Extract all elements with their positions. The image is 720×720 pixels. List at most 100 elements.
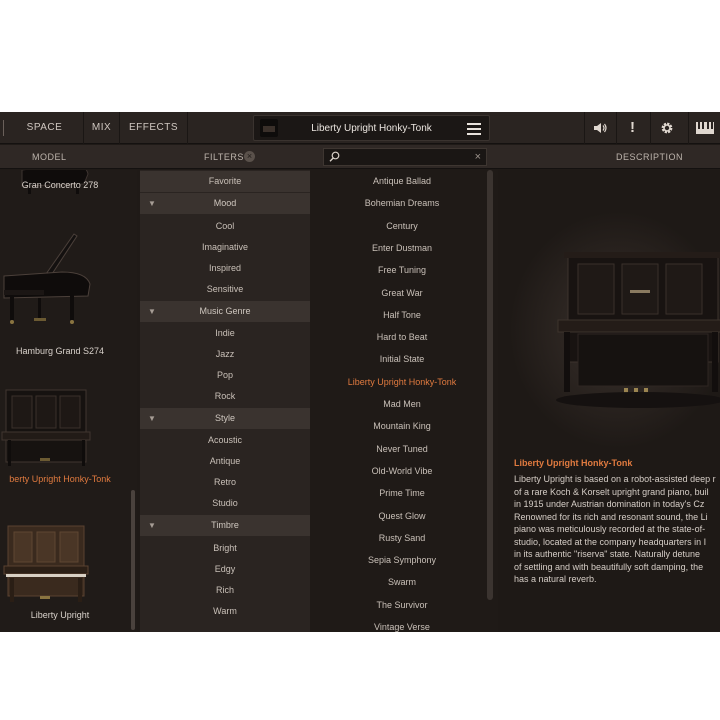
filter-item-sensitive[interactable]: Sensitive xyxy=(140,279,310,300)
filters-panel: Favorite ▼ Mood Cool Imaginative Inspire… xyxy=(140,170,310,632)
description-line: Renowned for its rich and resonant sound… xyxy=(514,511,708,522)
filter-item-studio[interactable]: Studio xyxy=(140,493,310,514)
search-input[interactable] xyxy=(344,150,464,164)
preset-list-item[interactable]: Swarm xyxy=(316,571,488,593)
description-line: studio, located at the company headquart… xyxy=(514,536,707,547)
grand-piano-image xyxy=(3,233,91,324)
preset-list-item[interactable]: Century xyxy=(316,215,488,237)
tab-space[interactable]: SPACE xyxy=(6,112,84,144)
upright-piano-image xyxy=(1,389,91,466)
piano-app-window: SPACE MIX EFFECTS Liberty Upright Honky-… xyxy=(0,112,720,632)
preset-selector[interactable]: Liberty Upright Honky-Tonk xyxy=(253,115,490,141)
preset-list-item[interactable]: Old-World Vibe xyxy=(316,460,488,482)
filters-header: FILTERS xyxy=(204,152,244,162)
preset-list-item[interactable]: Liberty Upright Honky-Tonk xyxy=(316,371,488,393)
preset-list-item[interactable]: Mad Men xyxy=(316,393,488,415)
preset-list-item[interactable]: Rusty Sand xyxy=(316,527,488,549)
preset-list-item[interactable]: Vintage Verse xyxy=(316,616,488,632)
filter-group-mood[interactable]: ▼ Mood xyxy=(140,193,310,214)
description-line: has a natural reverb. xyxy=(514,574,597,584)
collapse-triangle-icon: ▼ xyxy=(148,199,156,208)
hamburger-menu-icon[interactable] xyxy=(467,123,481,135)
upright-piano-photo xyxy=(556,252,720,408)
model-label: berty Upright Honky-Tonk xyxy=(9,474,111,484)
description-line: Liberty Upright is based on a robot-assi… xyxy=(514,474,716,484)
description-line: of settling and with beautifully soft da… xyxy=(514,561,704,572)
filter-group-label: Music Genre xyxy=(199,306,251,316)
preset-list-item[interactable]: Initial State xyxy=(316,348,488,370)
model-item-gran-concerto[interactable]: Gran Concerto 278 xyxy=(0,170,137,234)
preset-scrollbar[interactable] xyxy=(487,170,493,600)
collapse-triangle-icon: ▼ xyxy=(148,521,156,530)
upright-piano-image xyxy=(3,525,89,602)
model-item-liberty-honky-tonk[interactable]: berty Upright Honky-Tonk xyxy=(0,388,137,522)
description-line: piano was meticulously recorded at the s… xyxy=(514,524,706,534)
preset-list-item[interactable]: Antique Ballad xyxy=(316,170,488,192)
preset-list-item[interactable]: Quest Glow xyxy=(316,505,488,527)
keyboard-icon[interactable] xyxy=(688,112,720,144)
filter-item-bright[interactable]: Bright xyxy=(140,538,310,559)
filter-item-rich[interactable]: Rich xyxy=(140,580,310,601)
description-panel: Liberty Upright Honky-Tonk Liberty Uprig… xyxy=(498,170,720,632)
filter-item-indie[interactable]: Indie xyxy=(140,323,310,344)
description-title: Liberty Upright Honky-Tonk xyxy=(514,458,633,468)
search-icon xyxy=(329,151,340,162)
clear-filters-icon[interactable]: × xyxy=(244,151,255,162)
model-item-hamburg-grand[interactable]: Hamburg Grand S274 xyxy=(0,230,137,364)
preset-search-box[interactable]: × xyxy=(323,148,487,166)
model-label: Liberty Upright xyxy=(30,610,90,620)
current-preset-name: Liberty Upright Honky-Tonk xyxy=(311,123,432,134)
filter-item-warm[interactable]: Warm xyxy=(140,601,310,622)
preset-list-item[interactable]: Hard to Beat xyxy=(316,326,488,348)
filter-group-label: Mood xyxy=(213,198,237,208)
collapse-triangle-icon: ▼ xyxy=(148,307,156,316)
tab-mix[interactable]: MIX xyxy=(84,112,120,144)
filter-item-inspired[interactable]: Inspired xyxy=(140,258,310,279)
filter-group-style[interactable]: ▼ Style xyxy=(140,408,310,429)
gear-icon[interactable] xyxy=(650,112,682,144)
alert-icon[interactable]: ! xyxy=(616,112,648,144)
preset-list-item[interactable]: Enter Dustman xyxy=(316,237,488,259)
filter-group-label: Style xyxy=(214,413,235,423)
preset-list-item[interactable]: Mountain King xyxy=(316,415,488,437)
preset-list-item[interactable]: Free Tuning xyxy=(316,259,488,281)
model-item-liberty-upright[interactable]: Liberty Upright xyxy=(0,524,137,632)
model-scrollbar[interactable] xyxy=(131,490,135,630)
filter-item-acoustic[interactable]: Acoustic xyxy=(140,430,310,451)
filter-favorite[interactable]: Favorite xyxy=(140,171,310,192)
filter-group-music-genre[interactable]: ▼ Music Genre xyxy=(140,301,310,322)
top-toolbar: SPACE MIX EFFECTS Liberty Upright Honky-… xyxy=(0,112,720,144)
preset-list-item[interactable]: Half Tone xyxy=(316,304,488,326)
model-label: Hamburg Grand S274 xyxy=(15,346,105,356)
description-line: in 1915 under Austrian domination in tod… xyxy=(514,499,705,509)
preset-thumbnail xyxy=(260,119,278,137)
filter-group-timbre[interactable]: ▼ Timbre xyxy=(140,515,310,536)
toolbar-edge xyxy=(0,120,4,136)
model-label: Gran Concerto 278 xyxy=(21,180,99,190)
description-header: DESCRIPTION xyxy=(616,152,684,162)
filter-group-label: Timbre xyxy=(211,520,239,530)
preset-list-item[interactable]: Prime Time xyxy=(316,482,488,504)
filter-item-cool[interactable]: Cool xyxy=(140,216,310,237)
filter-item-antique[interactable]: Antique xyxy=(140,451,310,472)
preset-list-item[interactable]: Never Tuned xyxy=(316,438,488,460)
column-header-row: MODEL FILTERS × × DESCRIPTION xyxy=(0,145,720,169)
preset-list-item[interactable]: Sepia Symphony xyxy=(316,549,488,571)
filter-item-retro[interactable]: Retro xyxy=(140,472,310,493)
preset-list: Antique Ballad Bohemian Dreams Century Ente… xyxy=(316,170,494,632)
description-line: in its authentic "riserva" state. Natura… xyxy=(514,549,700,559)
filter-item-pop[interactable]: Pop xyxy=(140,365,310,386)
filter-item-imaginative[interactable]: Imaginative xyxy=(140,237,310,258)
model-list: Gran Concerto 278 Hamburg Grand S274 ber… xyxy=(0,170,137,632)
preset-list-item[interactable]: The Survivor xyxy=(316,594,488,616)
clear-search-icon[interactable]: × xyxy=(475,149,481,165)
filter-item-edgy[interactable]: Edgy xyxy=(140,559,310,580)
filter-item-rock[interactable]: Rock xyxy=(140,386,310,407)
preset-list-item[interactable]: Great War xyxy=(316,282,488,304)
speaker-icon[interactable] xyxy=(584,112,616,144)
tab-effects[interactable]: EFFECTS xyxy=(120,112,188,144)
model-header: MODEL xyxy=(32,152,67,162)
collapse-triangle-icon: ▼ xyxy=(148,414,156,423)
filter-item-jazz[interactable]: Jazz xyxy=(140,344,310,365)
preset-list-item[interactable]: Bohemian Dreams xyxy=(316,192,488,214)
